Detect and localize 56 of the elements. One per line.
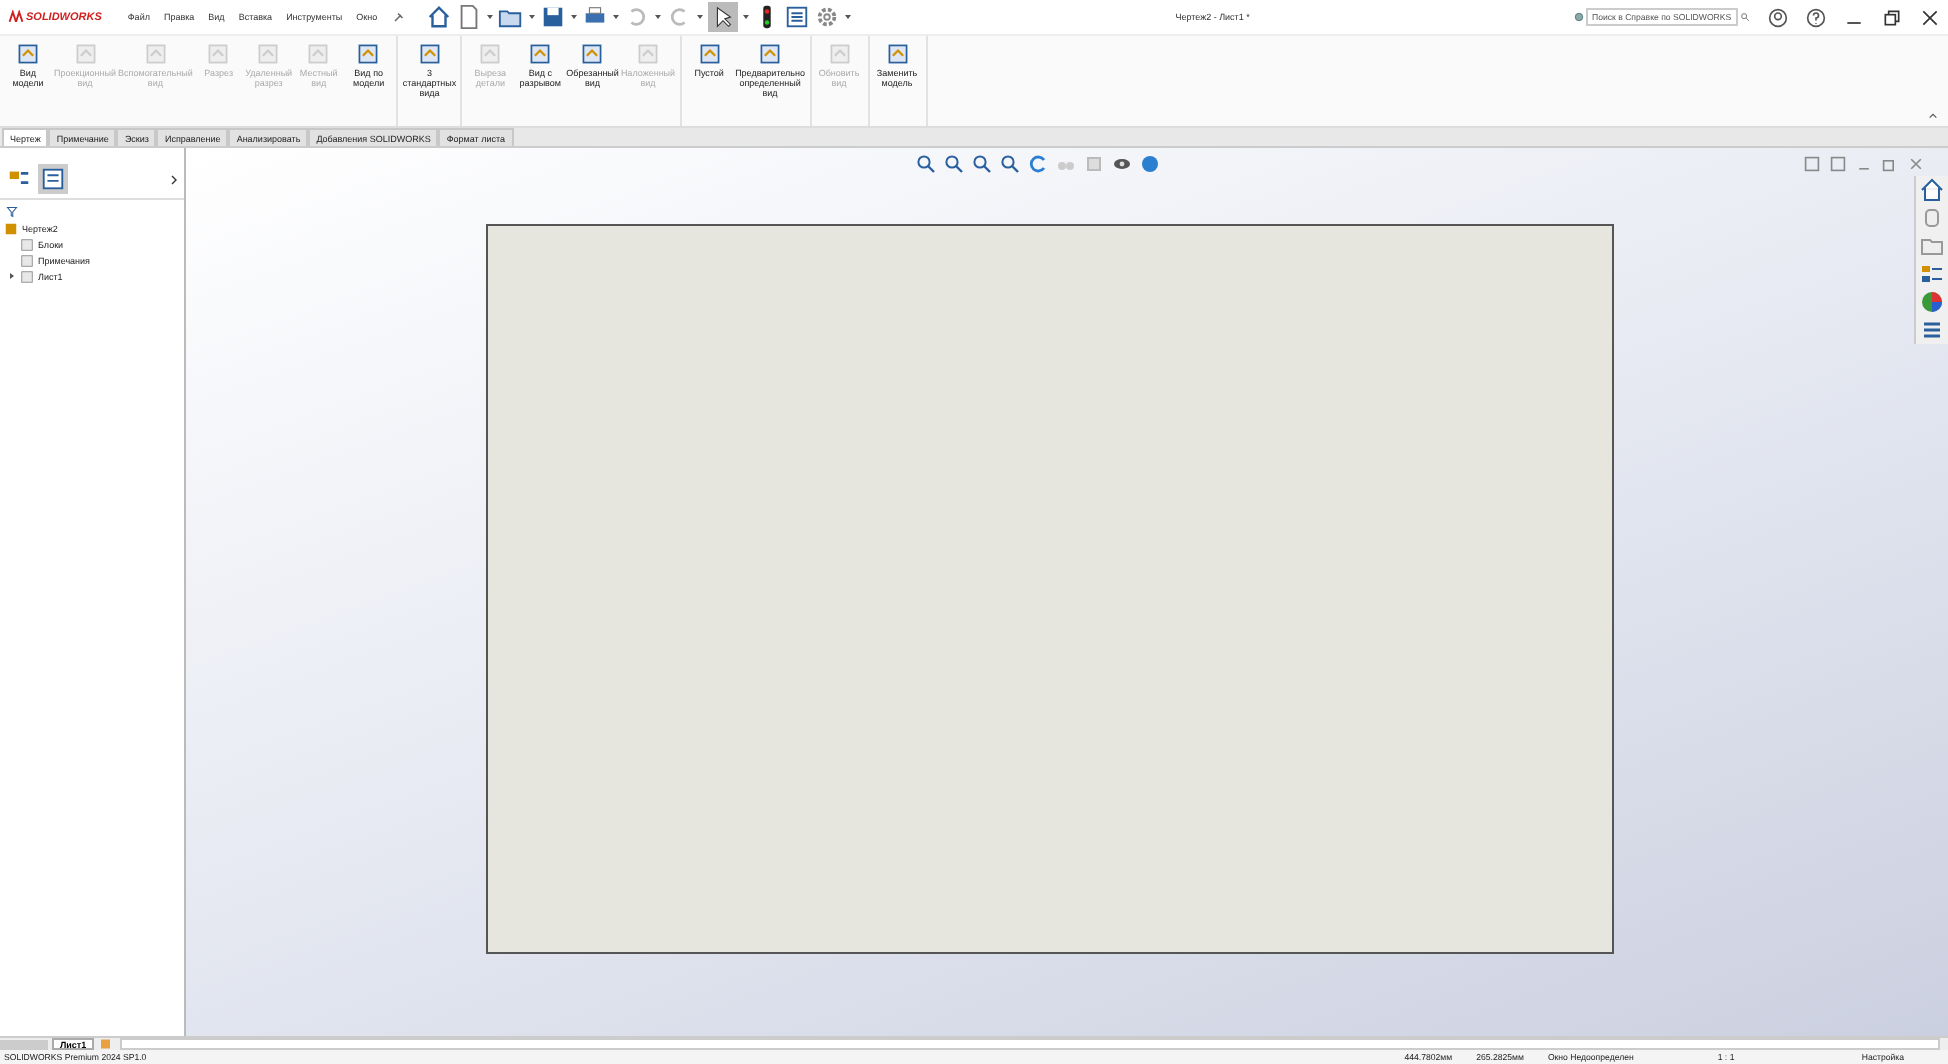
scrollbar[interactable] xyxy=(120,1038,1940,1050)
drawing-view-icon xyxy=(356,42,381,66)
globe-icon[interactable] xyxy=(1140,154,1160,174)
filter-icon[interactable] xyxy=(6,206,18,218)
search-icon xyxy=(1740,12,1750,22)
dropdown-icon[interactable] xyxy=(527,14,536,20)
property-list-icon[interactable] xyxy=(38,164,68,194)
drawing-view-icon xyxy=(73,42,98,66)
dropdown-icon[interactable] xyxy=(569,14,578,20)
drawing-view-icon xyxy=(417,42,442,66)
drawing-icon xyxy=(4,221,18,235)
zoom-area-icon[interactable] xyxy=(944,154,964,174)
home-icon[interactable] xyxy=(425,4,452,30)
drawing-view-icon xyxy=(697,42,722,66)
drawing-view-icon xyxy=(580,42,605,66)
dropdown-icon[interactable] xyxy=(695,14,704,20)
drawing-view-icon xyxy=(306,42,331,66)
tile-right-icon[interactable] xyxy=(1830,156,1846,172)
new-document-icon[interactable] xyxy=(455,4,482,30)
dropdown-icon[interactable] xyxy=(843,14,852,20)
expand-panel-icon[interactable] xyxy=(170,173,178,185)
view-palette-icon[interactable] xyxy=(1916,260,1948,288)
appearance-ball-icon[interactable] xyxy=(1916,288,1948,316)
tile-left-icon[interactable] xyxy=(1804,156,1820,172)
user-icon[interactable] xyxy=(1768,7,1788,27)
drawing-view-icon xyxy=(478,42,503,66)
drawing-view-icon xyxy=(885,42,910,66)
drawing-view-icon xyxy=(528,42,553,66)
zoom-fit-icon[interactable] xyxy=(916,154,936,174)
expand-arrow-icon[interactable] xyxy=(8,272,16,280)
dropdown-icon[interactable] xyxy=(485,14,494,20)
drawing-view-icon xyxy=(143,42,168,66)
list-icon[interactable] xyxy=(783,4,810,30)
close-icon[interactable] xyxy=(1920,7,1940,27)
drawing-view-icon xyxy=(758,42,783,66)
rotate-icon[interactable] xyxy=(1028,154,1048,174)
settings-icon[interactable] xyxy=(813,4,840,30)
restore-icon[interactable] xyxy=(1882,7,1902,27)
dropdown-icon[interactable] xyxy=(653,14,662,20)
zoom-previous-icon[interactable] xyxy=(972,154,992,174)
drawing-view-icon xyxy=(636,42,660,66)
drawing-view-icon xyxy=(827,42,852,66)
logo-icon xyxy=(8,10,24,24)
drawing-view-icon xyxy=(206,42,231,66)
eye-icon[interactable] xyxy=(1112,154,1132,174)
save-icon[interactable] xyxy=(539,4,566,30)
drawing-view-icon xyxy=(256,42,281,66)
help-icon[interactable] xyxy=(1806,7,1826,27)
dropdown-icon[interactable] xyxy=(741,14,750,20)
magnifier-icon[interactable] xyxy=(1000,154,1020,174)
dropdown-icon[interactable] xyxy=(611,14,620,20)
home-icon[interactable] xyxy=(1916,176,1948,204)
drawing-view-icon xyxy=(16,42,40,66)
pin-icon[interactable] xyxy=(391,11,404,23)
help-globe-icon xyxy=(1574,12,1584,22)
collapse-ribbon-icon[interactable] xyxy=(1928,112,1938,120)
